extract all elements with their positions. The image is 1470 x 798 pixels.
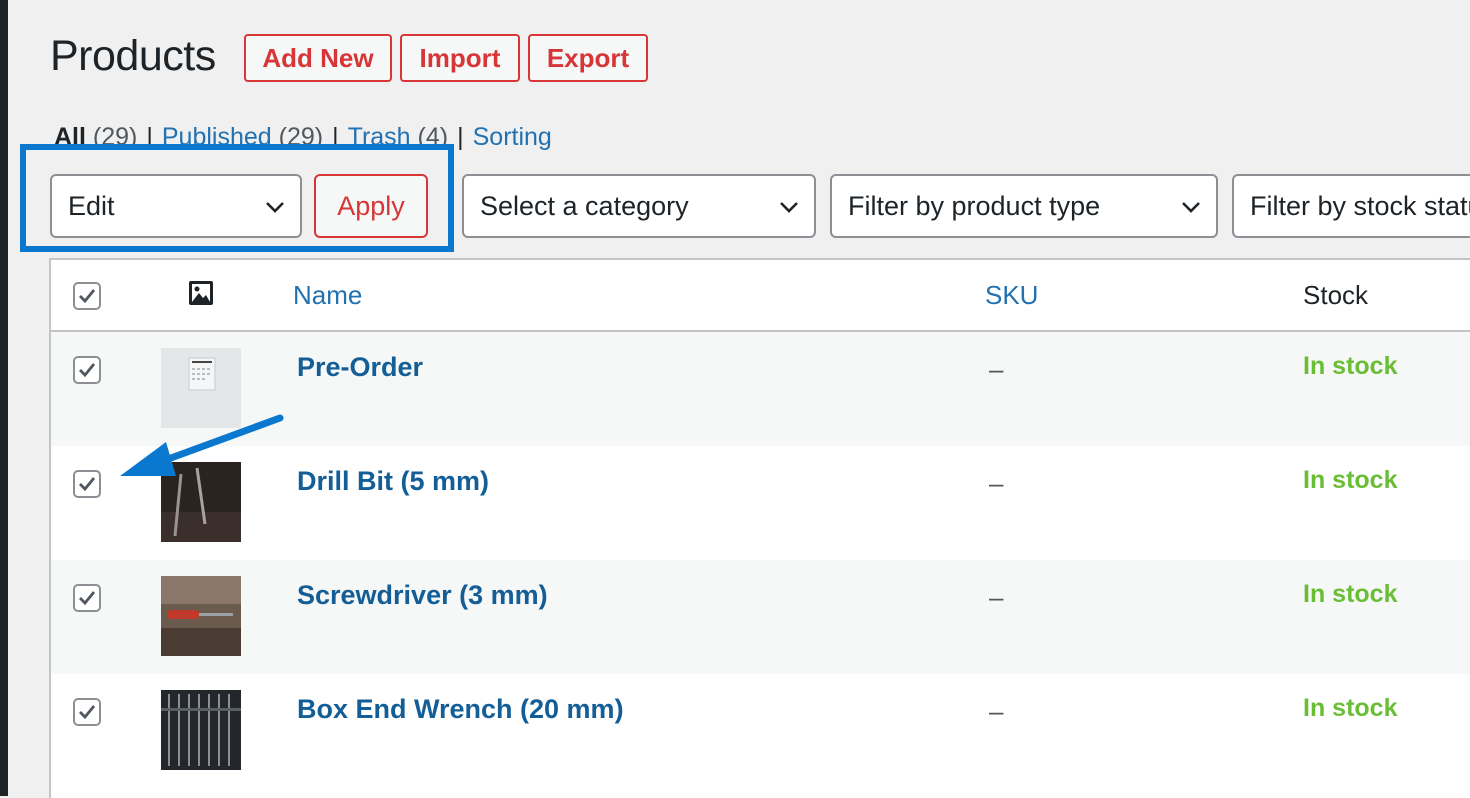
product-type-filter-value: Filter by product type [848, 190, 1101, 221]
stock-status: In stock [1303, 580, 1398, 608]
stock-status: In stock [1303, 352, 1398, 380]
product-type-filter-select[interactable]: Filter by product type [830, 174, 1218, 238]
product-thumbnail[interactable] [161, 576, 241, 656]
checkmark-icon [79, 289, 96, 304]
product-thumbnail[interactable] [161, 690, 241, 770]
column-sku-header[interactable]: SKU [985, 280, 1038, 311]
category-filter-value: Select a category [480, 190, 689, 221]
checkmark-icon [79, 591, 96, 606]
arrow-icon [120, 414, 284, 476]
chevron-down-icon [1182, 202, 1200, 213]
checkmark-icon [79, 477, 96, 492]
column-stock-header: Stock [1303, 280, 1369, 310]
select-all-checkbox[interactable] [73, 282, 101, 310]
stock-status: In stock [1303, 466, 1398, 494]
view-sorting-link[interactable]: Sorting [473, 123, 552, 151]
product-sku: – [989, 696, 1004, 726]
checkmark-icon [79, 363, 96, 378]
page-title: Products [50, 32, 216, 80]
row-checkbox[interactable] [73, 470, 101, 498]
table-row: Screwdriver (3 mm) – In stock [51, 560, 1470, 674]
table-row: Box End Wrench (20 mm) – In stock [51, 674, 1470, 788]
import-button[interactable]: Import [400, 34, 520, 82]
category-filter-select[interactable]: Select a category [462, 174, 816, 238]
product-sku: – [989, 582, 1004, 612]
product-name-link[interactable]: Box End Wrench (20 mm) [297, 694, 624, 725]
image-icon [189, 281, 213, 305]
product-sku: – [989, 468, 1004, 498]
product-name-link[interactable]: Screwdriver (3 mm) [297, 580, 548, 611]
window-edge [0, 0, 8, 796]
checkmark-icon [79, 705, 96, 720]
stock-status: In stock [1303, 694, 1398, 722]
chevron-down-icon [780, 202, 798, 213]
row-checkbox[interactable] [73, 356, 101, 384]
column-name-header[interactable]: Name [293, 280, 362, 311]
table-header: Name SKU Stock [51, 260, 1470, 332]
product-sku: – [989, 354, 1004, 384]
product-name-link[interactable]: Drill Bit (5 mm) [297, 466, 489, 497]
view-separator: | [457, 123, 464, 151]
row-checkbox[interactable] [73, 698, 101, 726]
annotation-highlight-box [20, 144, 454, 252]
add-new-button[interactable]: Add New [244, 34, 392, 82]
stock-status-filter-value: Filter by stock status [1250, 190, 1470, 221]
stock-status-filter-select[interactable]: Filter by stock status [1232, 174, 1470, 238]
export-button[interactable]: Export [528, 34, 648, 82]
products-screen: Products Add New Import Export All (29) |… [8, 0, 1470, 798]
row-checkbox[interactable] [73, 584, 101, 612]
products-table: Name SKU Stock Pre-Order – In stock Dril… [49, 258, 1470, 798]
product-name-link[interactable]: Pre-Order [297, 352, 423, 383]
